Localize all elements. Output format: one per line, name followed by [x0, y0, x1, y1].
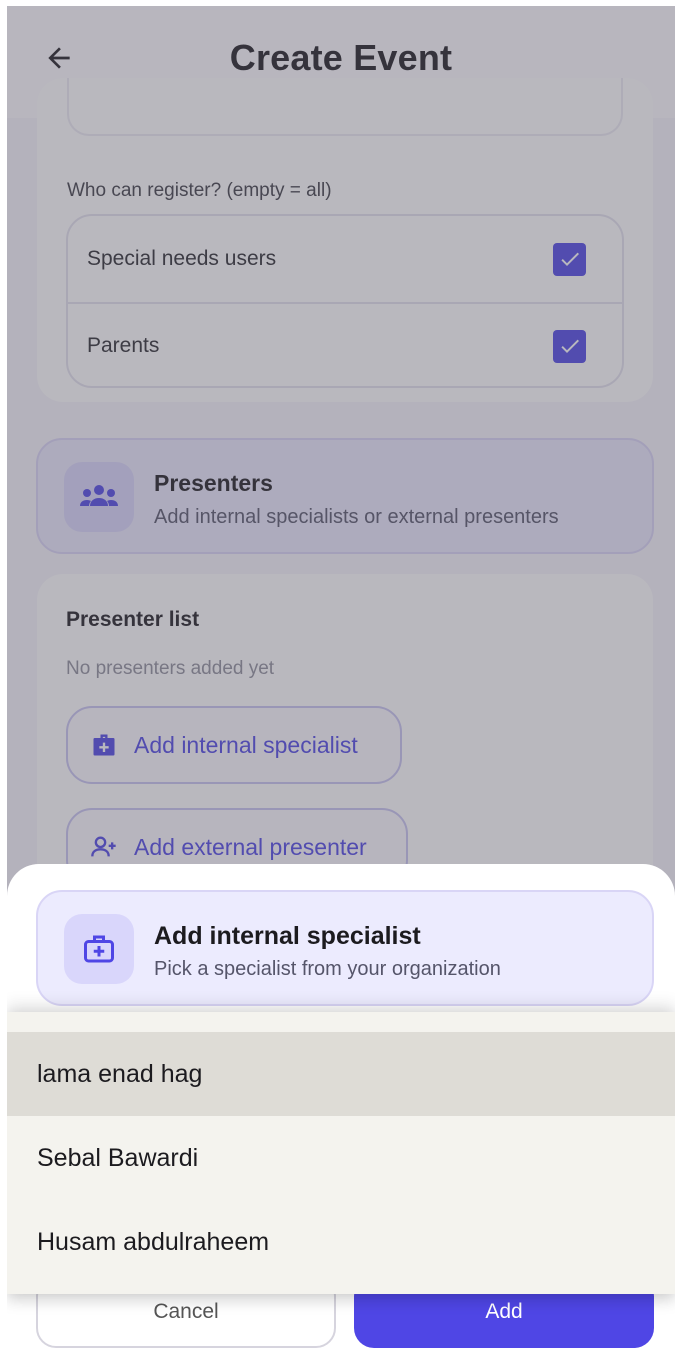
- menu-item[interactable]: lama enad hag: [7, 1032, 675, 1116]
- medical-case-icon: [64, 914, 134, 984]
- create-event-screen: Create Event Who can register? (empty = …: [7, 6, 675, 1348]
- sheet-title: Add internal specialist: [154, 922, 421, 950]
- specialist-dropdown-menu: lama enad hag Sebal Bawardi Husam abdulr…: [7, 1012, 675, 1294]
- menu-item[interactable]: Sebal Bawardi: [7, 1116, 675, 1200]
- menu-item[interactable]: Husam abdulraheem: [7, 1200, 675, 1284]
- sheet-subtitle: Pick a specialist from your organization: [154, 958, 501, 980]
- sheet-header: Add internal specialist Pick a specialis…: [36, 890, 654, 1006]
